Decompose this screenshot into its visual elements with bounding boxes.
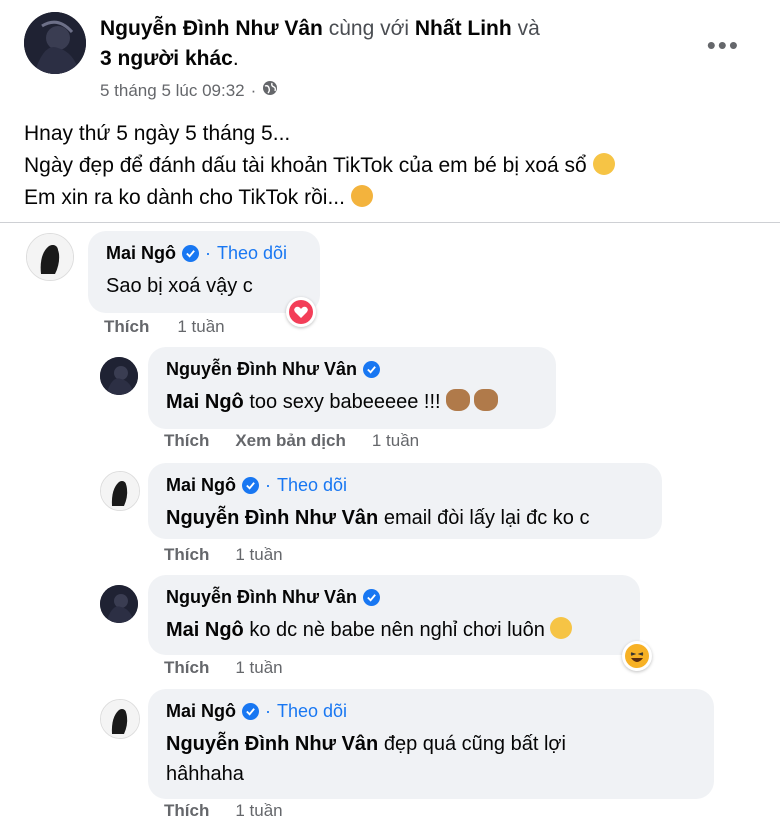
reply-avatar[interactable]: [100, 699, 140, 739]
reply-author-name[interactable]: Nguyễn Đình Như Vân: [166, 587, 357, 608]
reply-header: Nguyễn Đình Như Vân: [166, 357, 540, 381]
crying-laughing-cat-emoji-icon: [592, 153, 615, 175]
separator: ·: [205, 242, 211, 263]
period: .: [232, 47, 239, 70]
author-avatar[interactable]: [24, 12, 86, 74]
reply-actions: Thích 1 tuần: [164, 658, 283, 678]
separator: ·: [265, 474, 271, 495]
verified-badge-icon: [363, 360, 381, 378]
comment-header: Mai Ngô · Theo dõi: [106, 241, 304, 265]
reply-text: đẹp quá cũng bất lợi: [378, 733, 566, 755]
reply-time[interactable]: 1 tuần: [235, 545, 282, 565]
reply-author-name[interactable]: Nguyễn Đình Như Vân: [166, 359, 357, 380]
comment-time[interactable]: 1 tuần: [177, 317, 224, 337]
reply-header: Mai Ngô · Theo dõi: [166, 699, 698, 723]
mention-link[interactable]: Mai Ngô: [166, 391, 244, 413]
reply-avatar[interactable]: [100, 471, 140, 511]
tagged-others[interactable]: 3 người khác: [100, 47, 233, 70]
reply-bubble: Nguyễn Đình Như Vân Mai Ngô ko dc nè bab…: [148, 575, 640, 655]
verified-badge-icon: [242, 702, 259, 720]
reply-bubble: Mai Ngô · Theo dõi Nguyễn Đình Như Vân e…: [148, 463, 662, 539]
reply-time[interactable]: 1 tuần: [235, 658, 282, 678]
reply-text-line-2: hâhhaha: [166, 763, 244, 785]
verified-badge-icon: [363, 588, 381, 606]
and-text: và: [517, 17, 540, 40]
comments-section: Mai Ngô · Theo dõi Sao bị xoá vậy c Thíc…: [0, 222, 780, 821]
reply-actions: Thích 1 tuần: [164, 545, 283, 565]
reply-text-line: Nguyễn Đình Như Vân email đòi lấy lại đc…: [166, 503, 646, 533]
reply-text: too sexy babeeeee !!!: [243, 391, 441, 413]
love-reaction-icon[interactable]: [286, 297, 316, 327]
post-line-3-wrap: Em xin ra ko dành cho TikTok rồi...: [24, 182, 615, 214]
see-no-evil-monkey-emoji-icon: [474, 389, 499, 411]
see-no-evil-monkey-emoji-icon: [446, 389, 471, 411]
post-author-line: Nguyễn Đình Như Vân cùng với Nhất Linh v…: [100, 14, 660, 74]
reply-actions: Thích 1 tuần: [164, 801, 283, 821]
commenter-name[interactable]: Mai Ngô: [106, 243, 176, 264]
more-options-button[interactable]: •••: [707, 30, 740, 61]
reply-text-line: Nguyễn Đình Như Vân đẹp quá cũng bất lợi…: [166, 729, 698, 789]
reply-bubble: Mai Ngô · Theo dõi Nguyễn Đình Như Vân đ…: [148, 689, 714, 799]
mention-link[interactable]: Nguyễn Đình Như Vân: [166, 507, 378, 529]
like-button[interactable]: Thích: [164, 658, 209, 678]
post-line-3: Em xin ra ko dành cho TikTok rồi...: [24, 186, 345, 209]
tagged-user[interactable]: Nhất Linh: [415, 17, 512, 40]
reply-author-name[interactable]: Mai Ngô: [166, 475, 236, 496]
meta-separator: ·: [250, 80, 257, 100]
author-name[interactable]: Nguyễn Đình Như Vân: [100, 17, 323, 40]
mention-link[interactable]: Mai Ngô: [166, 619, 244, 641]
reply-time[interactable]: 1 tuần: [372, 431, 419, 451]
post-body: Hnay thứ 5 ngày 5 tháng 5... Ngày đẹp để…: [24, 118, 615, 214]
reply-time[interactable]: 1 tuần: [235, 801, 282, 821]
like-button[interactable]: Thích: [164, 431, 209, 451]
like-button[interactable]: Thích: [164, 801, 209, 821]
post-line-2: Ngày đẹp để đánh dấu tài khoản TikTok củ…: [24, 154, 587, 177]
reply-text-line: Mai Ngô too sexy babeeeee !!!: [166, 387, 540, 417]
comment-text: Sao bị xoá vậy c: [106, 275, 253, 297]
post-line-1: Hnay thứ 5 ngày 5 tháng 5...: [24, 122, 291, 145]
verified-badge-icon: [182, 244, 199, 262]
reply-text: email đòi lấy lại đc ko c: [378, 507, 590, 529]
reply-text: ko dc nè babe nên nghỉ chơi luôn: [243, 619, 545, 641]
reply-header: Mai Ngô · Theo dõi: [166, 473, 646, 497]
see-translation-button[interactable]: Xem bản dịch: [235, 431, 346, 451]
with-text: cùng với: [328, 17, 410, 40]
commenter-avatar[interactable]: [26, 233, 74, 281]
haha-reaction-icon[interactable]: [622, 641, 652, 671]
follow-button[interactable]: Theo dõi: [277, 701, 347, 722]
crying-laughing-cat-emoji-icon: [550, 617, 573, 639]
mention-link[interactable]: Nguyễn Đình Như Vân: [166, 733, 378, 755]
post-meta: 5 tháng 5 lúc 09:32 ·: [100, 80, 278, 101]
reply-author-name[interactable]: Mai Ngô: [166, 701, 236, 722]
comment-bubble: Mai Ngô · Theo dõi Sao bị xoá vậy c: [88, 231, 320, 313]
follow-button[interactable]: Theo dõi: [277, 475, 347, 496]
post-header: Nguyễn Đình Như Vân cùng với Nhất Linh v…: [0, 0, 780, 110]
globe-icon: [262, 80, 278, 101]
reply-bubble: Nguyễn Đình Như Vân Mai Ngô too sexy bab…: [148, 347, 556, 429]
reply-text-line: Mai Ngô ko dc nè babe nên nghỉ chơi luôn: [166, 615, 624, 645]
verified-badge-icon: [242, 476, 259, 494]
follow-button[interactable]: Theo dõi: [217, 243, 287, 264]
reply-actions: Thích Xem bản dịch 1 tuần: [164, 431, 419, 451]
post-timestamp[interactable]: 5 tháng 5 lúc 09:32: [100, 81, 245, 101]
comment-actions: Thích 1 tuần: [104, 317, 225, 337]
reply-avatar[interactable]: [100, 585, 138, 623]
reply-header: Nguyễn Đình Như Vân: [166, 585, 624, 609]
like-button[interactable]: Thích: [164, 545, 209, 565]
reply-avatar[interactable]: [100, 357, 138, 395]
smiling-hearts-emoji-icon: [350, 185, 373, 207]
post-line-2-wrap: Ngày đẹp để đánh dấu tài khoản TikTok củ…: [24, 150, 615, 182]
like-button[interactable]: Thích: [104, 317, 149, 337]
separator: ·: [265, 700, 271, 721]
